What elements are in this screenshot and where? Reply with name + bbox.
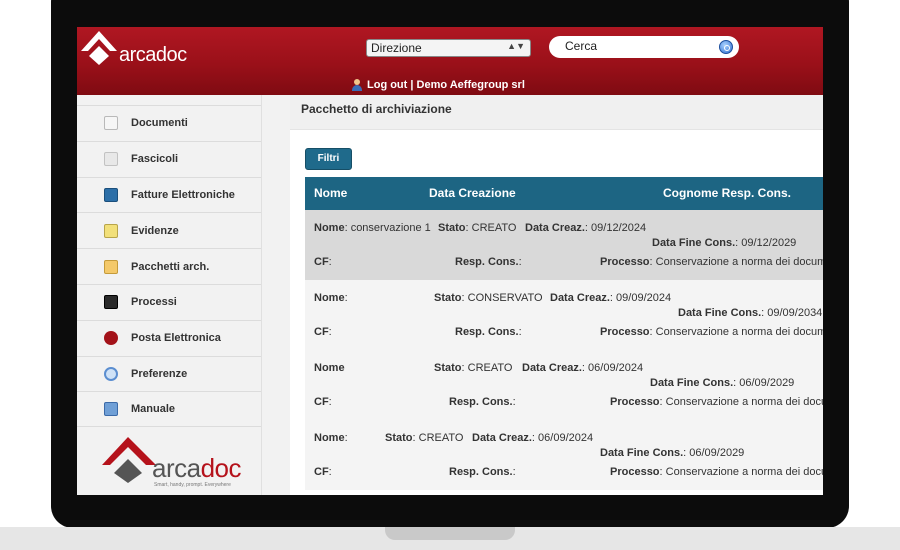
sidebar-item-preferenze[interactable]: Preferenze [77,355,261,392]
sidebar-item-label: Evidenze [131,224,179,237]
column-header-cognome-resp[interactable]: Cognome Resp. Cons. [663,186,791,200]
search-icon[interactable] [719,40,733,54]
logo-text: arcadoc [119,44,187,66]
sidebar-item-manuale[interactable]: Manuale [77,391,261,428]
sidebar-item-fascicoli[interactable]: Fascicoli [77,140,261,177]
sidebar-item-posta[interactable]: Posta Elettronica [77,319,261,356]
manual-icon [104,402,118,417]
table-header: Nome Data Creazione Cognome Resp. Cons. [305,177,823,210]
page-title: Pacchetto di archiviazione [301,102,452,116]
sidebar-item-label: Pacchetti arch. [131,260,210,273]
department-select-value: Direzione [371,41,422,55]
sidebar-item-label: Manuale [131,403,176,416]
sidebar-item-fatture[interactable]: Fatture Elettroniche [77,176,261,213]
search-input-value: Cerca [565,39,598,53]
sidebar-item-label: Fatture Elettroniche [131,188,235,201]
sidebar-item-processi[interactable]: Processi [77,283,261,320]
sidebar-logo-icon [102,437,156,483]
table-row[interactable]: Nome: Stato: CONSERVATO Data Creaz.: 09/… [305,280,823,350]
sidebar-item-label: Processi [131,296,177,309]
table-body: Nome: conservazione 1 Stato: CREATO Data… [305,210,823,490]
table-row[interactable]: Nome Stato: CREATO Data Creaz.: 06/09/20… [305,350,823,420]
table-row[interactable]: Nome: Stato: CREATO Data Creaz.: 06/09/2… [305,420,823,490]
sidebar-item-label: Posta Elettronica [131,332,221,345]
sidebar-item-label: Documenti [131,117,188,130]
sidebar-item-label: Fascicoli [131,153,179,166]
package-icon [104,259,118,274]
sidebar-item-evidenze[interactable]: Evidenze [77,212,261,248]
search-input[interactable]: Cerca [549,36,739,58]
document-icon [104,116,118,131]
arcadoc-logo[interactable]: arcadoc [77,29,197,69]
user-icon [351,79,363,91]
sidebar-tagline: Smart, handy, prompt. Everywhere [154,482,231,488]
column-header-data-creazione[interactable]: Data Creazione [429,186,516,200]
laptop-notch [385,527,515,540]
process-icon [104,295,118,310]
app-screen: arcadoc Direzione ▲▼ Cerca Log out | Dem… [77,27,823,495]
sidebar-item-pacchetti[interactable]: Pacchetti arch. [77,248,261,284]
app-header: arcadoc Direzione ▲▼ Cerca Log out | Dem… [77,27,823,95]
table-row[interactable]: Nome: conservazione 1 Stato: CREATO Data… [305,210,823,280]
sidebar-item-documenti[interactable]: Documenti [77,105,261,141]
sidebar-item-label: Preferenze [131,367,188,380]
sidebar-menu: Documenti Fascicoli Fatture Elettroniche… [77,105,261,428]
sidebar-logo-text: arcadoc [152,453,242,483]
arcadoc-logo-icon [81,31,117,65]
preferences-icon [104,366,118,381]
filter-button[interactable]: Filtri [305,148,352,170]
logout-link[interactable]: Log out | Demo Aeffegroup srl [367,79,525,91]
highlight-icon [104,223,118,238]
select-arrows-icon: ▲▼ [507,41,525,51]
page-title-bar: Pacchetto di archiviazione [290,95,823,130]
invoice-icon [104,187,118,202]
mail-icon [104,331,118,346]
logout-bar: Log out | Demo Aeffegroup srl [351,79,525,91]
folders-icon [104,152,118,167]
main-content: Pacchetto di archiviazione Filtri Nome D… [290,95,823,495]
department-select[interactable]: Direzione ▲▼ [366,39,531,57]
sidebar-divider [261,95,262,495]
column-header-nome[interactable]: Nome [314,186,347,200]
sidebar: Documenti Fascicoli Fatture Elettroniche… [77,95,290,495]
sidebar-logo: arcadoc Smart, handy, prompt. Everywhere [102,435,252,490]
